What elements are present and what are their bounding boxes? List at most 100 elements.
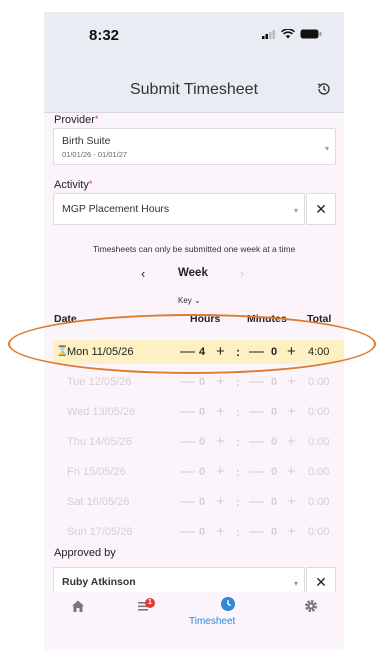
minutes-plus-button[interactable]: + [287,523,296,540]
hours-plus-button[interactable]: + [216,493,225,510]
time-separator: : [236,525,240,539]
chevron-down-icon: ▾ [324,144,329,153]
row-total: 0:00 [308,436,330,448]
status-bar: 8:32 [44,12,344,62]
header-hours: Hours [190,313,221,325]
hours-plus-button[interactable]: + [216,343,225,360]
hours-plus-button[interactable]: + [216,523,225,540]
minutes-plus-button[interactable]: + [287,373,296,390]
close-icon: ✕ [315,200,327,217]
nav-bar: Submit Timesheet [44,62,344,113]
minutes-minus-button[interactable]: — [249,373,264,390]
next-week-button[interactable]: › [240,266,244,281]
history-icon[interactable] [316,81,332,97]
hours-value: 0 [199,436,206,448]
row-date: Sun 17/05/26 [67,526,133,538]
hours-value: 0 [199,466,206,478]
table-row: Thu 14/05/26 — 0 +: — 0 +0:00 [53,430,344,454]
minutes-plus-button[interactable]: + [287,433,296,450]
activity-value: MGP Placement Hours [62,203,170,215]
row-date: Mon 11/05/26 [67,346,134,358]
minutes-plus-button[interactable]: + [287,343,296,360]
minutes-minus-button[interactable]: — [249,433,264,450]
minutes-minus-button[interactable]: — [249,523,264,540]
row-total: 0:00 [308,406,330,418]
minutes-minus-button[interactable]: — [249,343,264,360]
status-time: 8:32 [89,27,120,44]
row-date: Tue 12/05/26 [67,376,132,388]
table-row: Tue 12/05/26 — 0 +: — 0 +0:00 [53,370,344,394]
hours-value: 0 [199,496,206,508]
hours-plus-button[interactable]: + [216,433,225,450]
week-limit-note: Timesheets can only be submitted one wee… [92,244,296,254]
minutes-value: 0 [271,376,278,388]
required-mark: * [94,114,99,124]
previous-week-button[interactable]: ‹ [141,266,145,281]
gear-icon[interactable] [303,598,319,614]
time-separator: : [236,375,240,389]
hours-value: 0 [199,526,206,538]
row-total: 0:00 [308,496,330,508]
provider-label-text: Provider [54,114,95,126]
activity-select[interactable]: MGP Placement Hours ▾ [53,193,305,225]
chevron-down-icon: ▾ [293,206,298,215]
minutes-value: 0 [271,496,278,508]
activity-label: Activity* [54,179,92,191]
hours-plus-button[interactable]: + [216,403,225,420]
key-toggle[interactable]: Key ⌄ [178,296,201,305]
provider-select[interactable]: Birth Suite 01/01/26 - 01/01/27 ▾ [53,128,336,165]
hours-plus-button[interactable]: + [216,463,225,480]
hours-minus-button[interactable]: — [180,433,195,450]
hours-minus-button[interactable]: — [180,463,195,480]
row-total: 0:00 [308,466,330,478]
clock-icon[interactable] [220,596,236,612]
week-label: Week [178,267,208,279]
time-separator: : [236,405,240,419]
time-separator: : [236,435,240,449]
minutes-plus-button[interactable]: + [287,403,296,420]
hours-minus-button[interactable]: — [180,523,195,540]
activity-clear-button[interactable]: ✕ [306,193,336,225]
table-row: Fri 15/05/26 — 0 +: — 0 +0:00 [53,460,344,484]
status-icons [262,29,322,39]
week-selector: ‹ Week › [44,266,344,282]
minutes-minus-button[interactable]: — [249,463,264,480]
hours-minus-button[interactable]: — [180,343,195,360]
row-total: 0:00 [308,526,330,538]
hours-minus-button[interactable]: — [180,493,195,510]
hours-plus-button[interactable]: + [216,373,225,390]
time-separator: : [236,345,240,359]
minutes-minus-button[interactable]: — [249,493,264,510]
wifi-icon [281,29,295,39]
minutes-value: 0 [271,466,278,478]
signal-icon [262,30,275,39]
hours-minus-button[interactable]: — [180,403,195,420]
page-title: Submit Timesheet [129,81,259,98]
activity-label-text: Activity [54,179,89,191]
minutes-plus-button[interactable]: + [287,493,296,510]
time-separator: : [236,495,240,509]
hours-value: 0 [199,376,206,388]
phone-screen: 8:32 Submit Timesheet Provider* Birth Su… [44,12,344,650]
provider-label: Provider* [54,114,98,126]
home-icon[interactable] [70,598,86,614]
row-date: Sat 16/05/26 [67,496,130,508]
table-row: ⌛ Mon 11/05/26—4 +: —0 +4:00 [53,340,344,364]
row-date: Fri 15/05/26 [67,466,126,478]
header-date: Date [54,313,77,325]
minutes-value: 0 [271,346,278,358]
hours-value: 4 [199,346,206,358]
tab-timesheet-label[interactable]: Timesheet [189,616,235,627]
time-separator: : [236,465,240,479]
row-date: Thu 14/05/26 [67,436,132,448]
row-total: 4:00 [308,346,330,358]
row-date: Wed 13/05/26 [67,406,136,418]
hours-value: 0 [199,406,206,418]
notification-badge: 1 [145,598,155,608]
provider-date-range: 01/01/26 - 01/01/27 [62,150,128,159]
hours-minus-button[interactable]: — [180,373,195,390]
minutes-plus-button[interactable]: + [287,463,296,480]
minutes-minus-button[interactable]: — [249,403,264,420]
approved-by-value: Ruby Atkinson [62,576,136,588]
table-row: Sat 16/05/26 — 0 +: — 0 +0:00 [53,490,344,514]
